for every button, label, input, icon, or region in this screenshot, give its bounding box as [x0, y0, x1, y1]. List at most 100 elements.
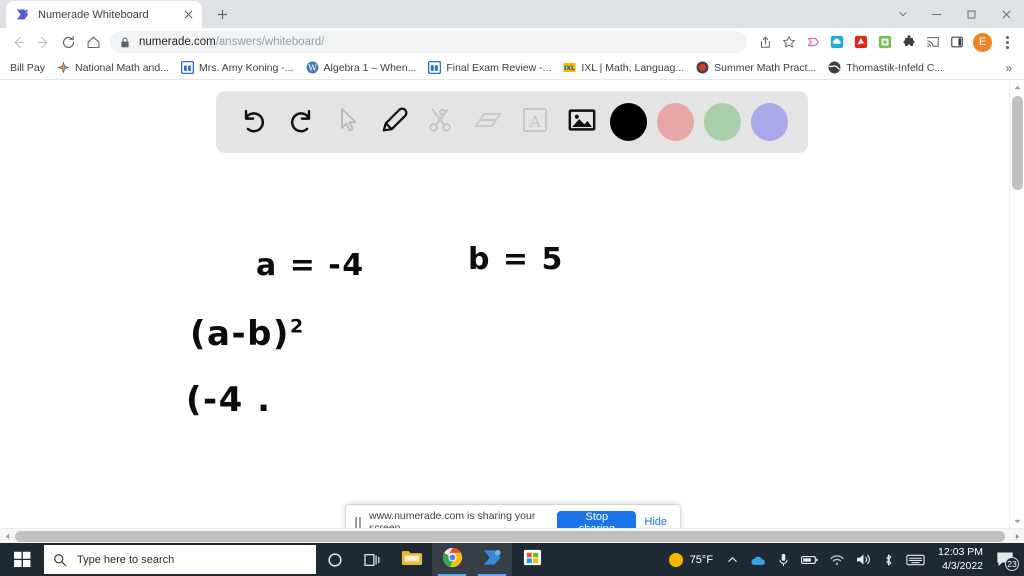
horizontal-scrollbar-thumb[interactable]: [15, 531, 1005, 542]
blue-grid-icon: [428, 60, 442, 75]
cortana-circle-icon[interactable]: [316, 543, 354, 576]
color-green[interactable]: [704, 103, 742, 141]
bookmark-star-icon[interactable]: [777, 30, 801, 54]
taskbar-clock[interactable]: 12:03 PM 4/3/2022: [931, 546, 990, 572]
folder-icon: [401, 548, 423, 572]
home-icon[interactable]: [81, 30, 106, 55]
redo-icon: [286, 105, 316, 140]
extensions-puzzle-icon[interactable]: [897, 30, 921, 54]
taskbar-app-microsoft-store[interactable]: [512, 543, 552, 576]
adobe-acrobat-icon[interactable]: [849, 30, 873, 54]
color-black[interactable]: [610, 103, 648, 141]
notification-icon[interactable]: 23: [990, 543, 1020, 576]
redo-tool[interactable]: [279, 99, 324, 145]
forward-arrow-icon[interactable]: [31, 30, 56, 55]
close-icon[interactable]: [180, 7, 196, 23]
cast-icon[interactable]: [921, 30, 945, 54]
hide-share-bar-button[interactable]: Hide: [644, 516, 671, 528]
close-icon[interactable]: [989, 0, 1024, 28]
handwriting-b-value: b = 5: [468, 242, 564, 277]
svg-text:W: W: [308, 63, 317, 73]
ixl-icon: IXL: [563, 61, 577, 74]
speaker-icon[interactable]: [850, 543, 877, 576]
scroll-left-arrow-icon[interactable]: [0, 529, 14, 544]
wifi-icon[interactable]: [824, 543, 850, 576]
select-tool[interactable]: [326, 99, 371, 145]
bookmark-item[interactable]: Final Exam Review -...: [422, 58, 557, 78]
bookmark-item[interactable]: IXL IXL | Math, Languag...: [557, 58, 690, 78]
new-tab-button[interactable]: [208, 1, 236, 27]
color-purple[interactable]: [751, 103, 789, 141]
bookmark-item[interactable]: W Algebra 1 – When...: [300, 58, 423, 78]
bluetooth-icon[interactable]: [877, 543, 900, 576]
handwriting-expression: (a-b)2: [190, 314, 303, 354]
browser-tab[interactable]: Numerade Whiteboard: [6, 1, 202, 28]
extension-green-icon[interactable]: [873, 30, 897, 54]
extension-pink-icon[interactable]: [801, 30, 825, 54]
taskbar-app-numerade[interactable]: [472, 543, 512, 576]
task-view-icon[interactable]: [354, 543, 392, 576]
handwriting-expression-base: (a-b): [190, 314, 290, 354]
windows-start-icon[interactable]: [0, 543, 44, 576]
browser-navigation-bar: numerade.com/answers/whiteboard/ E: [0, 28, 1024, 56]
address-bar-domain: numerade.com: [139, 36, 216, 48]
shapes-tool[interactable]: [419, 99, 464, 145]
microphone-icon[interactable]: [772, 543, 795, 576]
stop-sharing-button[interactable]: Stop sharing: [557, 511, 637, 528]
color-pink[interactable]: [657, 103, 695, 141]
vertical-scrollbar[interactable]: [1009, 80, 1024, 528]
kebab-menu-icon[interactable]: [996, 35, 1018, 49]
undo-tool[interactable]: [232, 99, 277, 145]
weather-widget[interactable]: 75°F: [665, 552, 721, 567]
bookmark-label: IXL | Math, Languag...: [581, 61, 685, 74]
bookmark-item[interactable]: National Math and...: [51, 58, 175, 78]
bookmark-item[interactable]: Mrs. Amy Koning -...: [175, 58, 300, 78]
avatar[interactable]: E: [973, 32, 992, 52]
bookmark-label: Algebra 1 – When...: [323, 61, 417, 74]
reading-list-icon[interactable]: [945, 30, 969, 54]
horizontal-scrollbar[interactable]: [0, 528, 1024, 543]
chrome-icon: [442, 547, 463, 573]
minimize-icon[interactable]: [919, 0, 954, 28]
eraser-icon: [473, 105, 503, 140]
scroll-right-arrow-icon[interactable]: [1010, 529, 1024, 544]
bookmark-item[interactable]: Summer Math Pract...: [690, 58, 822, 78]
battery-icon[interactable]: [795, 543, 824, 576]
reload-icon[interactable]: [56, 30, 81, 55]
taskbar-app-file-explorer[interactable]: [392, 543, 432, 576]
extension-blue-cloud-icon[interactable]: [825, 30, 849, 54]
back-arrow-icon[interactable]: [6, 30, 31, 55]
bookmark-item[interactable]: Thomastik-Infeld C...: [822, 58, 949, 78]
undo-icon: [239, 105, 269, 140]
bookmarks-overflow-button[interactable]: »: [1005, 61, 1020, 75]
keyboard-icon[interactable]: [900, 543, 931, 576]
eraser-tool[interactable]: [466, 99, 511, 145]
taskbar-app-google-chrome[interactable]: [432, 543, 472, 576]
chevron-down-icon[interactable]: [887, 0, 919, 28]
text-tool[interactable]: A: [513, 99, 558, 145]
browser-toolbar-icons: E: [753, 30, 1018, 54]
scroll-down-arrow-icon[interactable]: [1010, 514, 1024, 528]
bookmark-label: National Math and...: [75, 61, 169, 74]
svg-text:A: A: [528, 112, 541, 131]
share-icon[interactable]: [753, 30, 777, 54]
cloud-icon[interactable]: [744, 543, 772, 576]
scroll-up-arrow-icon[interactable]: [1010, 80, 1024, 94]
cursor-icon: [334, 106, 362, 139]
vertical-scrollbar-thumb[interactable]: [1012, 96, 1023, 190]
wordpress-icon: W: [306, 61, 319, 74]
bookmark-label: Thomastik-Infeld C...: [846, 61, 944, 74]
chevron-up-icon[interactable]: [721, 543, 744, 576]
system-tray: 75°F 12:03 PM 4/3/2022 23: [665, 543, 1024, 576]
pencil-tool[interactable]: [372, 99, 417, 145]
browser-tab-title: Numerade Whiteboard: [38, 8, 149, 21]
image-tool[interactable]: [559, 99, 604, 145]
maximize-icon[interactable]: [954, 0, 989, 28]
whiteboard-canvas[interactable]: A a = -4 b = 5 (a-b)2 (-4 . www.numerade…: [0, 80, 1024, 528]
numerade-app-icon: [482, 547, 503, 573]
address-bar[interactable]: numerade.com/answers/whiteboard/: [110, 31, 747, 53]
star-burst-icon: [57, 61, 70, 74]
bookmark-item[interactable]: Bill Pay: [4, 58, 51, 78]
search-input[interactable]: Type here to search: [44, 545, 316, 574]
bookmark-label: Bill Pay: [10, 61, 46, 74]
